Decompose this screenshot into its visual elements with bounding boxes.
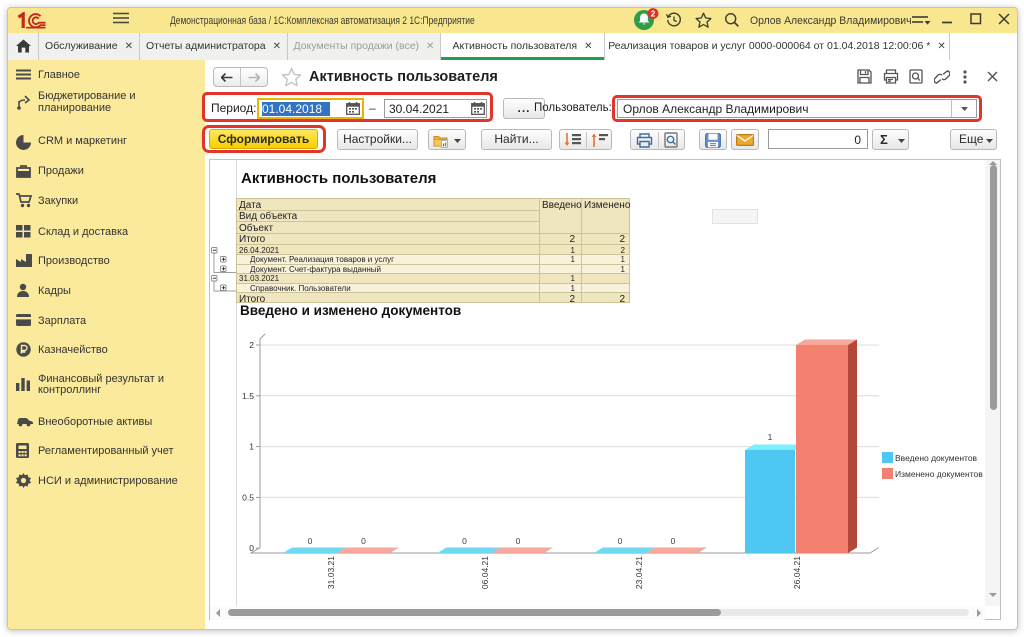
svg-text:0: 0 — [308, 536, 313, 546]
svg-text:23.04.21: 23.04.21 — [634, 556, 644, 589]
svg-text:06.04.21: 06.04.21 — [480, 556, 490, 589]
svg-text:0.5: 0.5 — [242, 492, 254, 502]
svg-text:0: 0 — [516, 536, 521, 546]
svg-text:1: 1 — [249, 442, 254, 452]
svg-text:Введено документов: Введено документов — [895, 453, 978, 463]
svg-text:1.5: 1.5 — [242, 391, 254, 401]
svg-text:2: 2 — [651, 8, 656, 18]
svg-text:0: 0 — [249, 543, 254, 553]
svg-text:0: 0 — [361, 536, 366, 546]
svg-text:1: 1 — [768, 432, 773, 442]
svg-text:0: 0 — [462, 536, 467, 546]
svg-text:Изменено документов: Изменено документов — [895, 469, 983, 479]
svg-text:2: 2 — [249, 340, 254, 350]
svg-text:31.03.21: 31.03.21 — [326, 556, 336, 589]
svg-text:0: 0 — [671, 536, 676, 546]
svg-text:26.04.21: 26.04.21 — [792, 556, 802, 589]
svg-text:0: 0 — [618, 536, 623, 546]
